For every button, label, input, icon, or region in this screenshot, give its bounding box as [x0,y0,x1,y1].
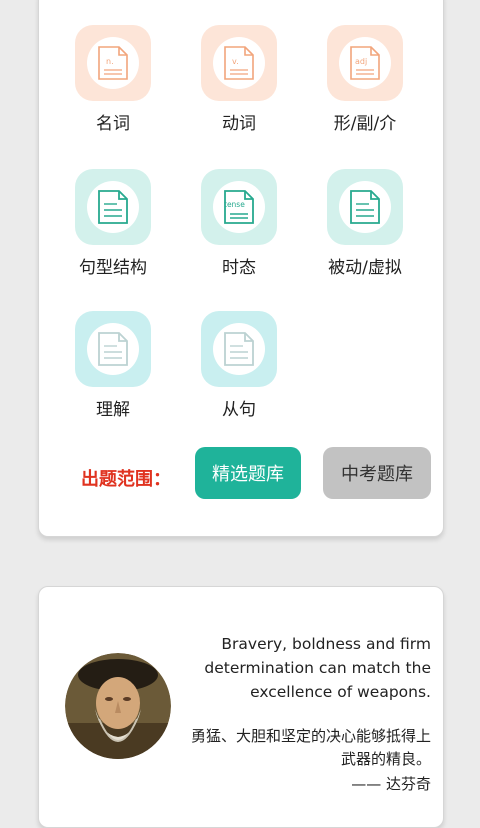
category-clause[interactable]: 从句 [165,311,295,421]
tile-icon-bg [75,311,151,387]
document-tense-icon: tense [224,190,254,224]
document-adj-icon: adj [350,46,380,80]
category-passive-subjunctive[interactable]: 被动/虚拟 [291,169,421,279]
category-card: n. 名词 v. 动词 adj 形/副/介 句型结构 tense 时态 被动/虚… [38,0,444,537]
document-lines-icon [224,332,254,366]
tile-icon-bg: v. [201,25,277,101]
quote-card: Bravery, boldness and firm determination… [38,586,444,828]
question-range-label: 出题范围： [81,469,171,490]
tile-icon-bg: adj [327,25,403,101]
document-lines-icon [350,190,380,224]
tile-icon-bg: n. [75,25,151,101]
document-lines-icon [98,332,128,366]
document-v-icon: v. [224,46,254,80]
tile-icon-bg [201,311,277,387]
quote-english: Bravery, boldness and firm determination… [204,635,431,701]
document-lines-icon [98,190,128,224]
svg-text:n.: n. [106,57,114,66]
category-label: 被动/虚拟 [328,258,402,278]
category-noun[interactable]: n. 名词 [39,25,169,135]
category-comprehension[interactable]: 理解 [39,311,169,421]
category-adj-adv-prep[interactable]: adj 形/副/介 [291,25,421,135]
tile-icon-bg [75,169,151,245]
quote-chinese: 勇猛、大胆和坚定的决心能够抵得上武器的精良。 [191,727,432,768]
category-tense[interactable]: tense 时态 [165,169,295,279]
category-label: 从句 [222,400,256,420]
category-sentence-structure[interactable]: 句型结构 [39,169,169,279]
category-verb[interactable]: v. 动词 [165,25,295,135]
tile-icon-bg [327,169,403,245]
svg-text:v.: v. [232,57,239,66]
category-label: 形/副/介 [333,114,397,134]
tile-icon-bg: tense [201,169,277,245]
curated-bank-button[interactable]: 精选题库 [195,447,301,499]
document-n-icon: n. [98,46,128,80]
quote-author: —— 达芬奇 [351,775,431,793]
svg-text:adj: adj [355,57,367,66]
portrait-image [65,653,171,759]
svg-text:tense: tense [224,200,245,209]
exam-bank-button[interactable]: 中考题库 [323,447,431,499]
